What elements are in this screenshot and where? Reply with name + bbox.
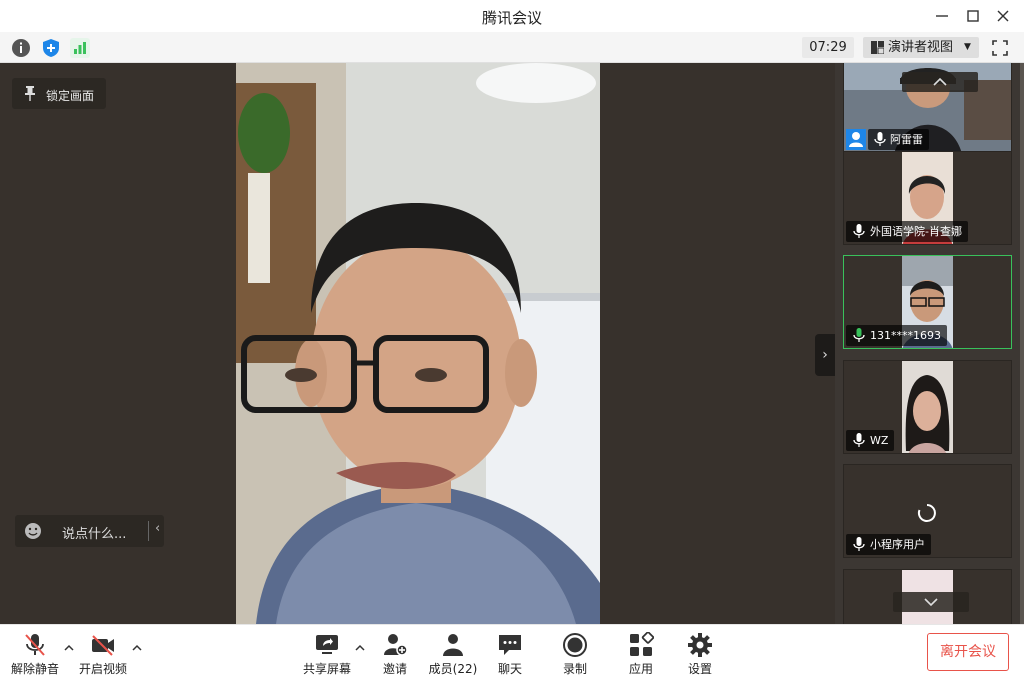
participant-name: 外国语学院-肖查娜: [870, 225, 962, 238]
speaker-view-icon: [871, 41, 884, 54]
participant-tile[interactable]: WZ: [843, 360, 1012, 454]
chat-placeholder: 说点什么...: [62, 527, 127, 542]
security-shield-icon[interactable]: [41, 38, 61, 58]
view-mode-label: 演讲者视图: [888, 40, 954, 55]
participant-video-panel: 阿雷雷 外国语学院-肖查娜 131****1693 WZ 小程序用户: [835, 63, 1024, 624]
info-icon[interactable]: [11, 38, 31, 58]
chat-divider: [148, 521, 149, 541]
collapse-panel-button[interactable]: ›: [815, 334, 835, 376]
participant-video: [902, 361, 953, 453]
maximize-icon[interactable]: [961, 4, 985, 28]
apps-button[interactable]: 应用: [621, 630, 661, 676]
video-options-caret-icon[interactable]: [131, 642, 143, 654]
unmute-button[interactable]: 解除静音: [8, 630, 62, 676]
scroll-up-button[interactable]: [902, 72, 978, 92]
mic-icon: [853, 433, 865, 447]
participant-tile[interactable]: 小程序用户: [843, 464, 1012, 558]
lock-view-label: 锁定画面: [46, 89, 95, 103]
network-signal-icon[interactable]: [70, 38, 90, 58]
participant-name-tag: 阿雷雷: [868, 129, 929, 150]
record-icon: [563, 633, 587, 657]
record-label: 录制: [562, 662, 587, 676]
settings-button[interactable]: 设置: [680, 630, 720, 676]
title-bar: 腾讯会议: [0, 0, 1024, 32]
start-video-label: 开启视频: [78, 662, 127, 676]
chat-input-box[interactable]: 说点什么... ‹: [15, 515, 164, 547]
members-button[interactable]: 成员(22): [426, 630, 480, 676]
share-screen-label: 共享屏幕: [302, 662, 351, 676]
mic-icon: [874, 132, 886, 146]
chat-label: 聊天: [497, 662, 522, 676]
main-video-stage: 锁定画面 说点什么... ‹ ›: [0, 63, 835, 624]
gear-icon: [688, 633, 712, 657]
bottom-toolbar: 解除静音 开启视频 共享屏幕 邀请 成员(22) 聊天 录制 应用 设置 离开会…: [0, 624, 1024, 679]
participant-tile[interactable]: 外国语学院-肖查娜: [843, 151, 1012, 245]
participant-name-tag: WZ: [846, 430, 895, 451]
fullscreen-icon[interactable]: [990, 38, 1010, 58]
caret-down-icon: ▼: [964, 42, 971, 52]
chevron-left-icon[interactable]: ‹: [155, 521, 160, 536]
chevron-right-icon: ›: [822, 347, 828, 363]
camera-off-icon: [92, 635, 114, 656]
participant-name-tag: 外国语学院-肖查娜: [846, 221, 968, 242]
invite-label: 邀请: [382, 662, 407, 676]
participant-name: 阿雷雷: [890, 133, 923, 146]
chat-icon: [499, 635, 521, 655]
settings-label: 设置: [687, 662, 712, 676]
meeting-timer: 07:29: [802, 37, 854, 58]
apps-icon: [630, 632, 654, 656]
participant-tile-speaking[interactable]: 131****1693: [843, 255, 1012, 349]
members-label: 成员(22): [428, 662, 478, 676]
chat-button[interactable]: 聊天: [490, 630, 530, 676]
invite-button[interactable]: 邀请: [372, 630, 418, 676]
host-badge-icon: [846, 129, 866, 150]
meeting-window: 腾讯会议 07:29 演讲者视图 ▼ 锁定画面 说点什么... ‹ › 阿雷雷 …: [0, 0, 1024, 679]
participant-tile[interactable]: 阿雷雷: [843, 63, 1012, 153]
mic-speaking-icon: [853, 328, 865, 342]
pin-icon: [25, 86, 35, 101]
add-user-icon: [384, 634, 408, 656]
members-icon: [443, 634, 463, 656]
minimize-icon[interactable]: [930, 4, 954, 28]
audio-options-caret-icon[interactable]: [63, 642, 75, 654]
participant-name-tag: 131****1693: [846, 325, 947, 346]
mic-icon: [853, 224, 865, 238]
participant-name-tag: 小程序用户: [846, 534, 931, 555]
unmute-label: 解除静音: [10, 662, 59, 676]
share-screen-button[interactable]: 共享屏幕: [300, 630, 354, 676]
emoji-icon[interactable]: [24, 522, 42, 540]
mic-muted-icon: [25, 634, 45, 656]
panel-scrollbar[interactable]: [1020, 63, 1024, 624]
participant-name: 小程序用户: [870, 538, 925, 551]
scroll-down-button[interactable]: [893, 592, 969, 612]
record-button[interactable]: 录制: [555, 630, 595, 676]
participant-name: WZ: [870, 434, 889, 447]
view-mode-dropdown[interactable]: 演讲者视图 ▼: [863, 37, 979, 58]
meeting-info-bar: 07:29 演讲者视图 ▼: [0, 32, 1024, 63]
window-title: 腾讯会议: [481, 9, 542, 27]
participant-name: 131****1693: [870, 329, 941, 342]
start-video-button[interactable]: 开启视频: [76, 630, 130, 676]
loading-spinner-icon: [917, 504, 936, 522]
share-screen-icon: [316, 635, 338, 654]
apps-label: 应用: [628, 662, 653, 676]
active-speaker-video: [236, 63, 600, 624]
close-icon[interactable]: [991, 4, 1015, 28]
mic-icon: [853, 537, 865, 551]
share-options-caret-icon[interactable]: [354, 642, 366, 654]
leave-meeting-button[interactable]: 离开会议: [927, 633, 1009, 671]
lock-view-button[interactable]: 锁定画面: [12, 78, 106, 109]
